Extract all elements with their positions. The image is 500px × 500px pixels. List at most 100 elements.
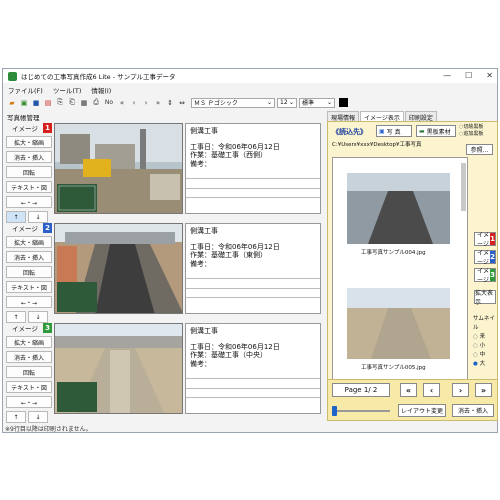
next-page-button[interactable]: › — [452, 383, 469, 397]
left-icon[interactable]: ‹ — [129, 98, 139, 108]
chevron-down-icon: ⌄ — [288, 99, 294, 106]
image-tag: イメージ 1 — [6, 123, 52, 133]
text-figure-button[interactable]: テキスト・図 — [6, 381, 52, 393]
radio-cut-board[interactable]: ○切絵黒板 — [459, 124, 483, 131]
double-left-icon: « — [405, 385, 412, 395]
swap-vertical-icon[interactable]: ⇕ — [165, 98, 175, 108]
image-number-badge: 1 — [43, 123, 52, 133]
send-to-image-1-button[interactable]: イメージ 1 — [474, 232, 496, 248]
move-down-button[interactable]: ↓ — [28, 211, 48, 223]
photo-text-1[interactable]: 側溝工事 工事日：令和06年06月12日 作業：基礎工事（西側） 備考： — [185, 123, 321, 214]
construction-photo-2 — [55, 224, 182, 313]
photo-1[interactable] — [54, 123, 183, 214]
image-tag-label: イメージ — [12, 225, 38, 233]
browse-button[interactable]: 参照... — [466, 144, 493, 155]
style-value: 標準 — [302, 100, 315, 107]
page-slider[interactable] — [332, 406, 390, 416]
zoom-view-button[interactable]: 拡大表示 — [474, 290, 496, 306]
slot-1-controls: イメージ 1 拡大・縮画 消去・挿入 回転 テキスト・図 ←・→ ↑ ↓ — [6, 123, 52, 223]
move-up-button[interactable]: ↑ — [6, 211, 26, 223]
rotate-button[interactable]: 回転 — [6, 266, 52, 278]
photo-text-3[interactable]: 側溝工事 工事日：令和06年06月12日 作業：基礎工事（中央） 備考： — [185, 323, 321, 414]
app-window: はじめての工事写真作成6 Lite - サンプル工事データ — ☐ ✕ ファイル… — [2, 68, 498, 433]
text-figure-button[interactable]: テキスト・図 — [6, 181, 52, 193]
number-icon[interactable]: No — [103, 98, 115, 108]
ruled-lines — [186, 378, 320, 407]
font-select-value: ＭＳ Ｐゴシック — [194, 100, 238, 107]
blackboard-icon: ▬ — [419, 127, 425, 135]
color-swatch[interactable] — [339, 98, 348, 107]
send-to-image-3-button[interactable]: イメージ 3 — [474, 268, 496, 284]
font-select[interactable]: ＭＳ Ｐゴシック ⌄ — [191, 97, 275, 108]
minimize-button[interactable]: — — [443, 71, 451, 80]
move-down-button[interactable]: ↓ — [28, 411, 48, 423]
erase-insert-button[interactable]: 消去・挿入 — [6, 251, 52, 263]
double-right-icon[interactable]: » — [153, 98, 163, 108]
send-to-image-2-button[interactable]: イメージ 2 — [474, 250, 496, 266]
slot-3-controls: イメージ 3 拡大・縮画 消去・挿入 回転 テキスト・図 ←・→ ↑ ↓ — [6, 323, 52, 423]
move-up-button[interactable]: ↑ — [6, 311, 26, 323]
slider-thumb[interactable] — [332, 406, 337, 416]
rotate-button[interactable]: 回転 — [6, 366, 52, 378]
erase-insert-button[interactable]: 消去・挿入 — [6, 351, 52, 363]
board-material-button[interactable]: ▬ 黒板素材 — [416, 125, 456, 137]
move-lr-button[interactable]: ←・→ — [6, 296, 52, 308]
prev-page-button[interactable]: ‹ — [423, 383, 440, 397]
layout-change-button[interactable]: レイアウト変更 — [398, 404, 446, 417]
app-icon — [8, 71, 17, 81]
font-size-select[interactable]: 12 ⌄ — [277, 97, 297, 108]
resize-button[interactable]: 拡大・縮画 — [6, 236, 52, 248]
double-left-icon[interactable]: « — [117, 98, 127, 108]
open-folder-icon[interactable]: ▰ — [7, 98, 17, 108]
print-preview-icon[interactable]: ▦ — [79, 98, 89, 108]
folder-path: C:¥Users¥xxx¥Desktop¥工事写真 — [332, 142, 422, 148]
erase-insert-button[interactable]: 消去・挿入 — [6, 151, 52, 163]
menu-info[interactable]: 情報(I) — [91, 85, 111, 95]
save-icon[interactable]: ■ — [31, 98, 41, 108]
photo-3[interactable] — [54, 323, 183, 414]
radio-size-medium[interactable]: ○ 中 — [473, 351, 497, 360]
paste-icon[interactable]: ⎗ — [67, 98, 77, 108]
radio-size-large[interactable]: ● 大 — [473, 360, 497, 369]
move-lr-button[interactable]: ←・→ — [6, 396, 52, 408]
erase-insert-page-button[interactable]: 消去・挿入 — [452, 404, 494, 417]
image-tag-label: イメージ — [12, 325, 38, 333]
last-page-button[interactable]: » — [475, 383, 492, 397]
maximize-button[interactable]: ☐ — [465, 71, 472, 80]
text-work: 作業：基礎工事（中央） — [190, 351, 267, 359]
thumbnail-caption-2: 工事写真サンプル005.jpg — [361, 365, 426, 371]
thumbnails-canvas — [347, 163, 466, 359]
image-number-badge: 2 — [43, 223, 52, 233]
menu-tools[interactable]: ツール(T) — [53, 85, 82, 95]
radio-add-board[interactable]: ○追加黒板 — [459, 131, 483, 138]
thumbnail-size-label: サムネイル — [473, 316, 495, 331]
swap-horizontal-icon[interactable]: ⇔ — [177, 98, 187, 108]
style-select[interactable]: 標準 ⌄ — [299, 97, 335, 108]
text-work: 作業：基礎工事（東側） — [190, 251, 267, 259]
move-lr-button[interactable]: ←・→ — [6, 196, 52, 208]
photo-source-button[interactable]: ▣ 写 真 — [376, 125, 412, 137]
menu-file[interactable]: ファイル(F) — [8, 85, 43, 95]
move-up-button[interactable]: ↑ — [6, 411, 26, 423]
chevron-down-icon: ⌄ — [266, 99, 272, 106]
right-icon[interactable]: › — [141, 98, 151, 108]
photo-2[interactable] — [54, 223, 183, 314]
text-figure-button[interactable]: テキスト・図 — [6, 281, 52, 293]
thumbnail-list[interactable]: 工事写真サンプル004.jpg 工事写真サンプル005.jpg — [332, 157, 468, 380]
text-title: 側溝工事 — [190, 327, 218, 335]
photo-text-2[interactable]: 側溝工事 工事日：令和06年06月12日 作業：基礎工事（東側） 備考： — [185, 223, 321, 314]
resize-button[interactable]: 拡大・縮画 — [6, 136, 52, 148]
first-page-button[interactable]: « — [400, 383, 417, 397]
new-file-icon[interactable]: ▣ — [19, 98, 29, 108]
resize-button[interactable]: 拡大・縮画 — [6, 336, 52, 348]
rotate-button[interactable]: 回転 — [6, 166, 52, 178]
move-down-button[interactable]: ↓ — [28, 311, 48, 323]
print-icon[interactable]: ⎙ — [91, 98, 101, 108]
close-button[interactable]: ✕ — [486, 71, 493, 80]
radio-size-none[interactable]: ○ 来 — [473, 333, 497, 342]
radio-size-small[interactable]: ○ 小 — [473, 342, 497, 351]
pdf-icon[interactable]: ▤ — [43, 98, 53, 108]
copy-icon[interactable]: ⎘ — [55, 98, 65, 108]
text-date: 工事日：令和06年06月12日 — [190, 242, 280, 251]
left-icon: ‹ — [429, 385, 434, 395]
